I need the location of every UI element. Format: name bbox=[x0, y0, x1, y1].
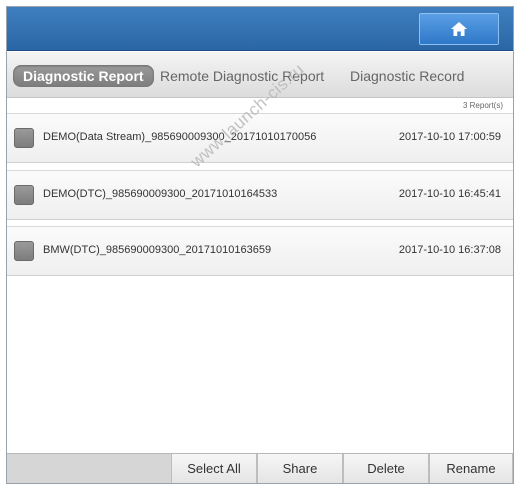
share-button[interactable]: Share bbox=[257, 454, 343, 483]
report-name: DEMO(Data Stream)_985690009300_201710101… bbox=[43, 131, 317, 143]
report-list: 3 Report(s) DEMO(Data Stream)_9856900093… bbox=[7, 99, 513, 456]
report-time: 2017-10-10 16:37:08 bbox=[398, 244, 501, 256]
report-name: DEMO(DTC)_985690009300_20171010164533 bbox=[43, 188, 278, 200]
row-checkbox[interactable] bbox=[14, 128, 34, 148]
rename-button[interactable]: Rename bbox=[429, 454, 513, 483]
delete-button[interactable]: Delete bbox=[343, 454, 429, 483]
report-time: 2017-10-10 17:00:59 bbox=[398, 131, 501, 143]
home-icon bbox=[451, 22, 467, 36]
bottom-toolbar: Select All Share Delete Rename bbox=[7, 453, 513, 483]
home-button[interactable] bbox=[419, 13, 499, 45]
list-item[interactable]: BMW(DTC)_985690009300_20171010163659 201… bbox=[7, 226, 513, 276]
report-name: BMW(DTC)_985690009300_20171010163659 bbox=[43, 244, 272, 256]
list-item[interactable]: DEMO(DTC)_985690009300_20171010164533 20… bbox=[7, 170, 513, 220]
row-checkbox[interactable] bbox=[14, 185, 34, 205]
tab-diagnostic-record[interactable]: Diagnostic Record bbox=[350, 65, 464, 87]
tab-diagnostic-report[interactable]: Diagnostic Report bbox=[13, 65, 154, 87]
row-checkbox[interactable] bbox=[14, 241, 34, 261]
app-window: Diagnostic Report Remote Diagnostic Repo… bbox=[6, 6, 514, 484]
list-item[interactable]: DEMO(Data Stream)_985690009300_201710101… bbox=[7, 113, 513, 163]
report-count: 3 Report(s) bbox=[462, 101, 503, 110]
select-all-button[interactable]: Select All bbox=[171, 454, 257, 483]
report-time: 2017-10-10 16:45:41 bbox=[398, 188, 501, 200]
top-bar bbox=[7, 7, 513, 51]
